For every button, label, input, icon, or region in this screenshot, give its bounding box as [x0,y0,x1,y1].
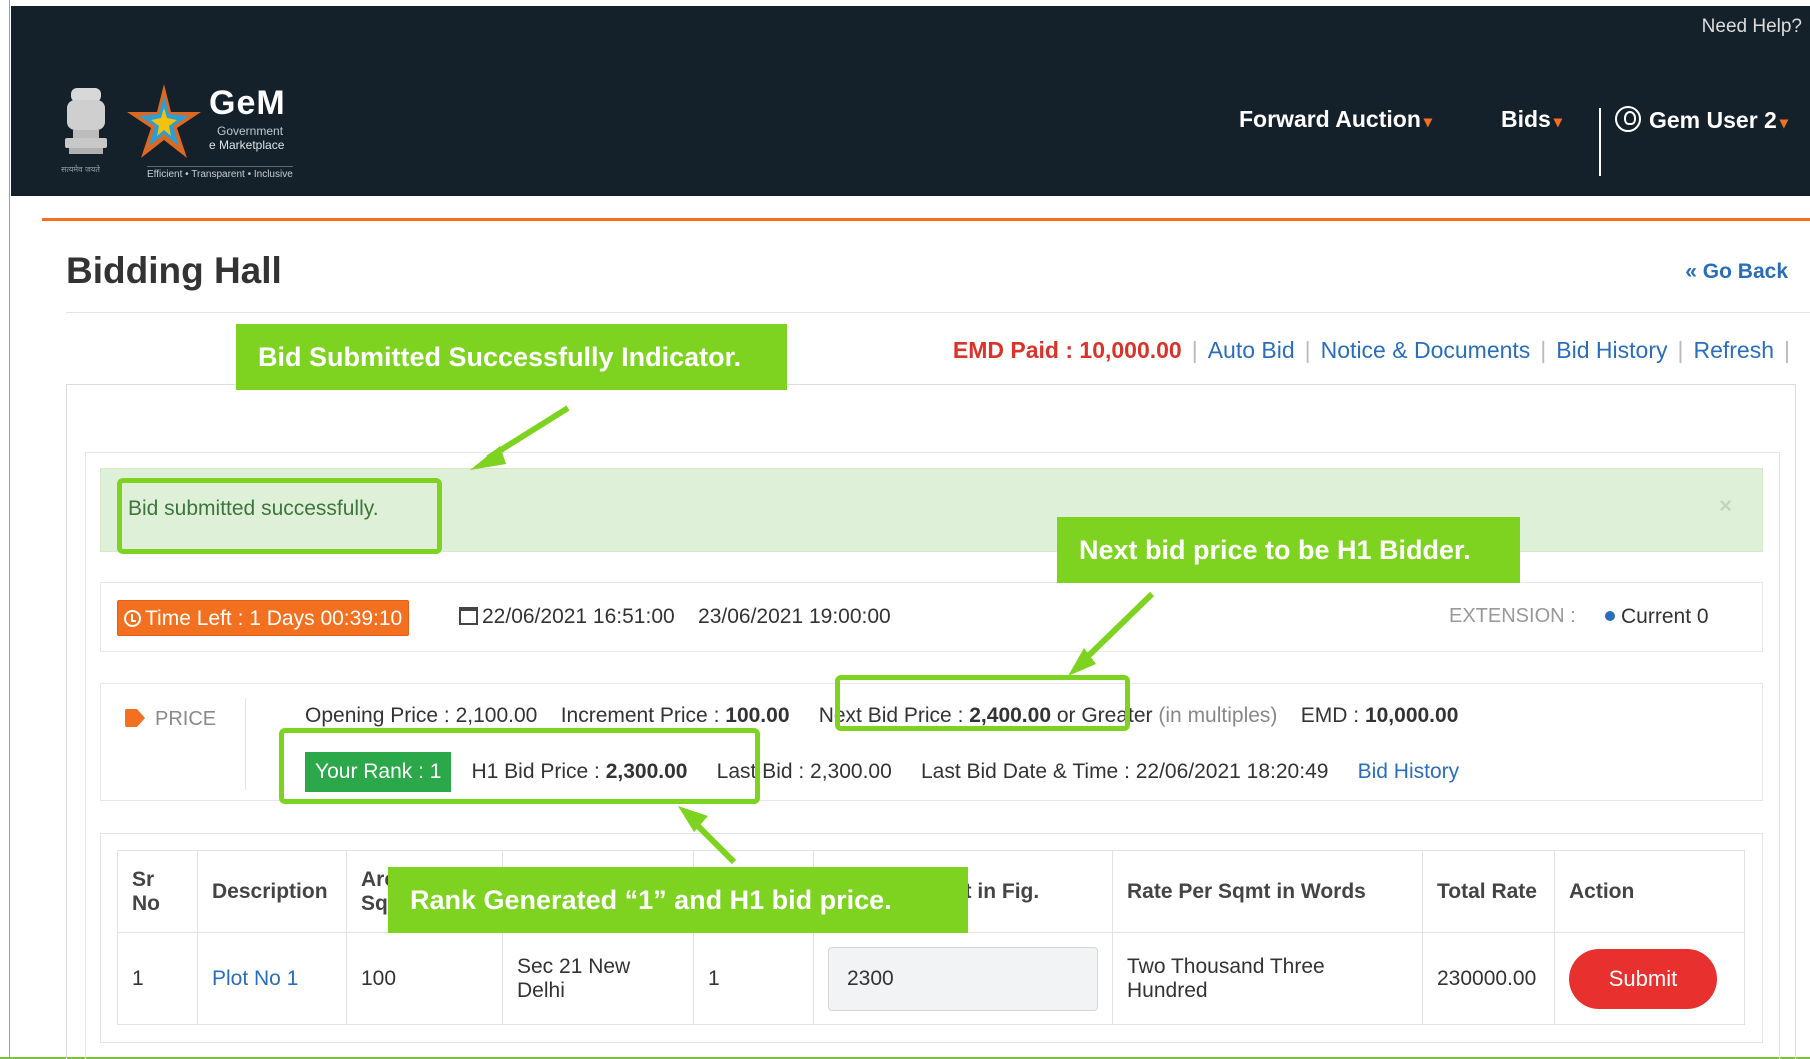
cell-location: Sec 21 New Delhi [502,932,694,1025]
calendar-icon [459,607,478,625]
gem-logo-line1: Government [217,124,284,138]
rate-input[interactable] [828,946,1098,1011]
nav-bids[interactable]: Bids ▾ [1501,106,1562,133]
emd-paid-text: EMD Paid : 10,000.00 [952,337,1182,363]
cell-qty: 1 [693,932,814,1025]
time-left-badge: Time Left : 1 Days 00:39:10 [117,600,410,636]
time-left-text: Time Left : 1 Days 00:39:10 [145,607,403,630]
cell-rate-words: Two Thousand Three Hundred [1112,932,1423,1025]
col-sr-no: Sr No [117,850,198,933]
col-total-rate: Total Rate [1422,850,1555,933]
emblem-caption: सत्यमेव जयते [61,165,100,174]
increment-price-label: Increment Price : [560,704,720,727]
bidding-toolbar: EMD Paid : 10,000.00 | Auto Bid | Notice & D… [952,337,1790,363]
auto-bid-link[interactable]: Auto Bid [1208,337,1295,363]
gem-logo-text: GeM [209,84,286,122]
cell-rate-fig [813,932,1113,1025]
frame-left-border [0,0,10,1059]
emd-value: 10,000.00 [1364,704,1459,727]
orange-divider [42,218,1810,221]
national-emblem-icon [65,88,107,154]
bullet-icon [1605,611,1615,621]
auction-dates: 22/06/2021 16:51:00 23/06/2021 19:00:00 [459,605,891,629]
cell-sr: 1 [117,932,198,1025]
increment-price-value: 100.00 [725,704,790,727]
chevron-down-icon: ▾ [1423,114,1432,131]
nav-divider [1599,108,1601,176]
gem-logo-line2: e Marketplace [209,138,285,152]
lot-table-wrap: Sr No Description Area in Sqmt Location … [100,833,1763,1043]
cell-area: 100 [346,932,503,1025]
gem-logo[interactable]: सत्यमेव जयते GeM Government e Marketplac… [57,76,317,186]
annotation-bid-submitted: Bid Submitted Successfully Indicator. [236,324,787,390]
annotation-rank-generated: Rank Generated “1” and H1 bid price. [388,867,968,933]
submit-button[interactable]: Submit [1569,948,1717,1009]
gem-tagline: Efficient • Transparent • Inclusive [147,166,293,180]
refresh-link[interactable]: Refresh [1693,337,1774,363]
nav-user-menu[interactable]: Gem User 2 ▾ [1615,106,1788,134]
nav-forward-auction[interactable]: Forward Auction ▾ [1239,106,1432,133]
close-icon[interactable]: × [1719,493,1732,519]
extension-label: EXTENSION : [1449,605,1576,627]
top-header: Need Help? सत्यमेव जयते GeM Government e… [11,6,1810,196]
col-rate-words: Rate Per Sqmt in Words [1112,850,1423,933]
col-action: Action [1554,850,1745,933]
plot-link[interactable]: Plot No 1 [197,932,347,1025]
next-bid-note: (in multiples) [1158,704,1278,727]
opening-price-label: Opening Price : [305,704,450,727]
cell-total: 230000.00 [1422,932,1555,1025]
go-back-link[interactable]: « Go Back [1685,260,1788,284]
bid-history-link[interactable]: Bid History [1556,337,1667,363]
notice-documents-link[interactable]: Notice & Documents [1321,337,1531,363]
price-section-label: PRICE [125,708,216,731]
tag-icon [125,709,145,727]
timing-row: Time Left : 1 Days 00:39:10 22/06/2021 1… [100,582,1763,652]
last-bid-date: Last Bid Date & Time : 22/06/2021 18:20:… [920,760,1329,783]
price-divider [245,698,246,790]
start-date: 22/06/2021 16:51:00 [482,605,675,628]
chevron-down-icon: ▾ [1553,114,1562,131]
extension-value: Current 0 [1605,605,1709,629]
page-title: Bidding Hall [66,250,282,291]
highlight-next-bid [835,675,1130,731]
annotation-next-bid: Next bid price to be H1 Bidder. [1057,517,1520,583]
nav-bids-label: Bids [1501,106,1551,132]
clock-icon [124,610,141,627]
end-date: 23/06/2021 19:00:00 [698,605,891,628]
user-icon [1615,106,1641,132]
table-row: 1 Plot No 1 100 Sec 21 New Delhi 1 Two T… [117,932,1745,1025]
nav-forward-auction-label: Forward Auction [1239,106,1421,132]
highlight-alert [117,478,442,554]
gem-star-icon [127,84,201,158]
nav-user-label: Gem User 2 [1649,107,1777,133]
col-description: Description [197,850,347,933]
title-divider [66,312,1810,313]
cell-action: Submit [1554,932,1745,1025]
highlight-rank [279,728,760,804]
opening-price-value: 2,100.00 [455,704,538,727]
chevron-down-icon: ▾ [1779,115,1788,132]
need-help-link[interactable]: Need Help? [1702,16,1802,38]
price-bid-history-link[interactable]: Bid History [1358,760,1460,783]
emd-label: EMD : [1300,704,1360,727]
